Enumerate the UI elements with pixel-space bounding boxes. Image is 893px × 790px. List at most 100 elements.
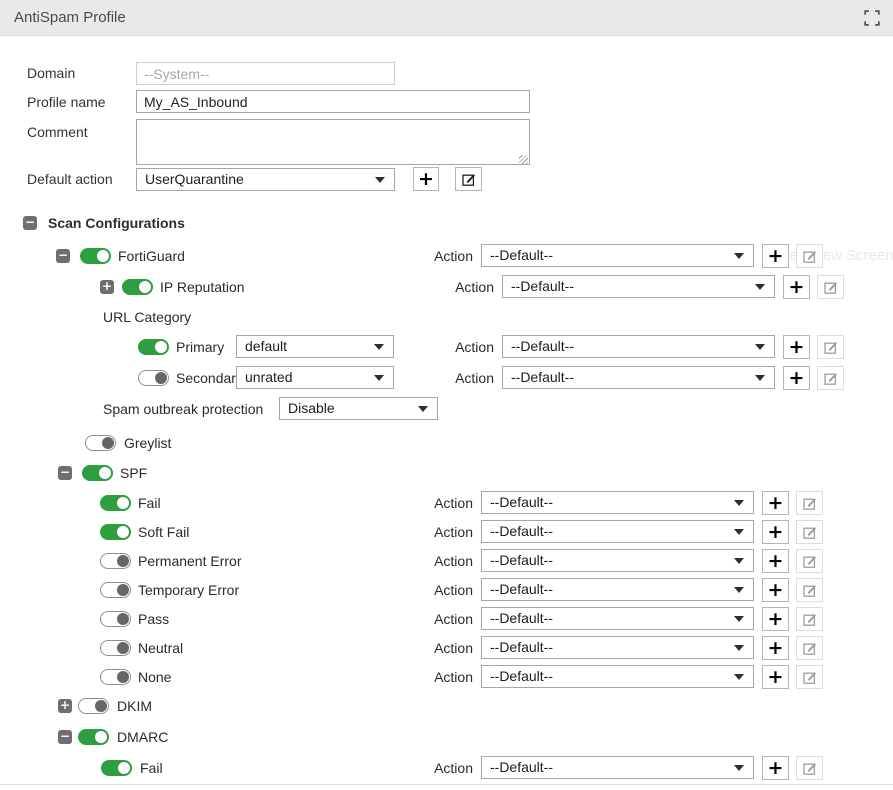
dkim-label: DKIM — [117, 694, 152, 718]
fortiguard-action-select[interactable]: --Default-- — [481, 244, 754, 267]
primary-action-select[interactable]: --Default-- — [502, 335, 775, 358]
ip-reputation-add-action-button[interactable]: + — [783, 275, 810, 299]
row-spf-temporary-error: Temporary Error Action --Default-- + — [0, 578, 893, 602]
action-label: Action — [403, 607, 473, 631]
spf-permanent-error-action-select[interactable]: --Default-- — [481, 549, 754, 572]
spf-soft-fail-add-action-button[interactable]: + — [762, 520, 789, 544]
dropdown-arrow-icon — [755, 344, 765, 350]
edit-pencil-icon — [803, 498, 817, 513]
resize-grip-icon[interactable] — [519, 155, 528, 164]
spf-pass-add-action-button[interactable]: + — [762, 607, 789, 631]
comment-textarea[interactable] — [136, 119, 530, 165]
fortiguard-collapse-button[interactable]: − — [56, 249, 70, 263]
spf-collapse-button[interactable]: − — [58, 466, 72, 480]
scan-configurations-collapse-button[interactable]: − — [23, 216, 37, 230]
dropdown-arrow-icon — [734, 529, 744, 535]
toggle-knob-icon — [117, 555, 129, 567]
spf-neutral-edit-action-button — [796, 636, 823, 660]
action-label: Action — [403, 756, 473, 780]
secondary-action-select[interactable]: --Default-- — [502, 366, 775, 389]
dropdown-arrow-icon — [418, 406, 428, 412]
row-primary: Primary default Action --Default-- + — [0, 335, 893, 359]
primary-toggle[interactable] — [138, 339, 169, 355]
primary-label: Primary — [176, 335, 224, 359]
secondary-toggle[interactable] — [138, 370, 169, 386]
spf-permanent-error-toggle[interactable] — [100, 553, 131, 569]
spf-none-action-select[interactable]: --Default-- — [481, 665, 754, 688]
dropdown-arrow-icon — [734, 500, 744, 506]
spf-toggle[interactable] — [82, 465, 113, 481]
spf-soft-fail-label: Soft Fail — [138, 520, 189, 544]
domain-input — [136, 62, 395, 85]
ip-reputation-expand-button[interactable]: + — [100, 280, 114, 294]
row-greylist: Greylist — [0, 431, 893, 455]
fullscreen-button[interactable] — [864, 10, 880, 26]
spam-outbreak-protection-select[interactable]: Disable — [279, 397, 438, 420]
dropdown-arrow-icon — [734, 558, 744, 564]
spf-neutral-add-action-button[interactable]: + — [762, 636, 789, 660]
default-action-add-button[interactable]: + — [413, 167, 439, 191]
dmarc-fail-toggle[interactable] — [101, 760, 132, 776]
toggle-knob-icon — [99, 467, 111, 479]
dmarc-fail-action-select[interactable]: --Default-- — [481, 756, 754, 779]
spf-temporary-error-add-action-button[interactable]: + — [762, 578, 789, 602]
spf-fail-action-select[interactable]: --Default-- — [481, 491, 754, 514]
spf-fail-toggle[interactable] — [100, 495, 131, 511]
dropdown-arrow-icon — [375, 177, 385, 183]
ip-reputation-toggle[interactable] — [122, 279, 153, 295]
spf-soft-fail-toggle[interactable] — [100, 524, 131, 540]
url-category-label: URL Category — [103, 305, 191, 329]
dropdown-arrow-icon — [755, 284, 765, 290]
primary-select[interactable]: default — [236, 335, 394, 358]
spf-temporary-error-action-select[interactable]: --Default-- — [481, 578, 754, 601]
spf-fail-add-action-button[interactable]: + — [762, 491, 789, 515]
spf-neutral-action-select[interactable]: --Default-- — [481, 636, 754, 659]
spf-none-edit-action-button — [796, 665, 823, 689]
dmarc-toggle[interactable] — [78, 729, 109, 745]
spf-pass-action-select[interactable]: --Default-- — [481, 607, 754, 630]
toggle-knob-icon — [118, 762, 130, 774]
spf-soft-fail-action-select[interactable]: --Default-- — [481, 520, 754, 543]
spf-permanent-error-add-action-button[interactable]: + — [762, 549, 789, 573]
dmarc-label: DMARC — [117, 725, 168, 749]
spf-soft-fail-edit-action-button — [796, 520, 823, 544]
ip-reputation-label: IP Reputation — [160, 275, 245, 299]
secondary-select[interactable]: unrated — [236, 366, 394, 389]
edit-pencil-icon — [803, 672, 817, 687]
row-fortiguard: − FortiGuard Action --Default-- + — [0, 244, 893, 268]
edit-pencil-icon — [803, 251, 817, 266]
default-action-select[interactable]: UserQuarantine — [136, 168, 395, 191]
action-label: Action — [424, 275, 494, 299]
ip-reputation-action-select[interactable]: --Default-- — [502, 275, 775, 298]
default-action-edit-button[interactable] — [455, 167, 482, 191]
spf-label: SPF — [120, 461, 147, 485]
antispam-profile-panel: AntiSpam Profile Take a new Screenshot D… — [0, 0, 893, 790]
profile-name-input[interactable] — [136, 90, 530, 113]
dkim-toggle[interactable] — [78, 698, 109, 714]
spf-pass-toggle[interactable] — [100, 611, 131, 627]
edit-pencil-icon — [803, 585, 817, 600]
spf-neutral-toggle[interactable] — [100, 640, 131, 656]
greylist-toggle[interactable] — [85, 435, 116, 451]
spf-temporary-error-toggle[interactable] — [100, 582, 131, 598]
spf-fail-label: Fail — [138, 491, 161, 515]
dkim-expand-button[interactable]: + — [58, 699, 72, 713]
action-label: Action — [403, 578, 473, 602]
fortiguard-toggle[interactable] — [80, 248, 111, 264]
dmarc-fail-label: Fail — [140, 756, 163, 780]
dmarc-fail-add-action-button[interactable]: + — [762, 756, 789, 780]
toggle-knob-icon — [117, 613, 129, 625]
primary-add-action-button[interactable]: + — [783, 335, 810, 359]
dropdown-arrow-icon — [374, 344, 384, 350]
bottom-divider — [0, 784, 893, 785]
row-dkim: + DKIM — [0, 694, 893, 718]
secondary-add-action-button[interactable]: + — [783, 366, 810, 390]
dmarc-collapse-button[interactable]: − — [58, 730, 72, 744]
edit-pencil-icon — [824, 342, 838, 357]
spf-none-add-action-button[interactable]: + — [762, 665, 789, 689]
dropdown-arrow-icon — [734, 674, 744, 680]
fortiguard-add-action-button[interactable]: + — [762, 244, 789, 268]
spf-none-toggle[interactable] — [100, 669, 131, 685]
secondary-edit-action-button — [817, 366, 844, 390]
toggle-knob-icon — [117, 497, 129, 509]
